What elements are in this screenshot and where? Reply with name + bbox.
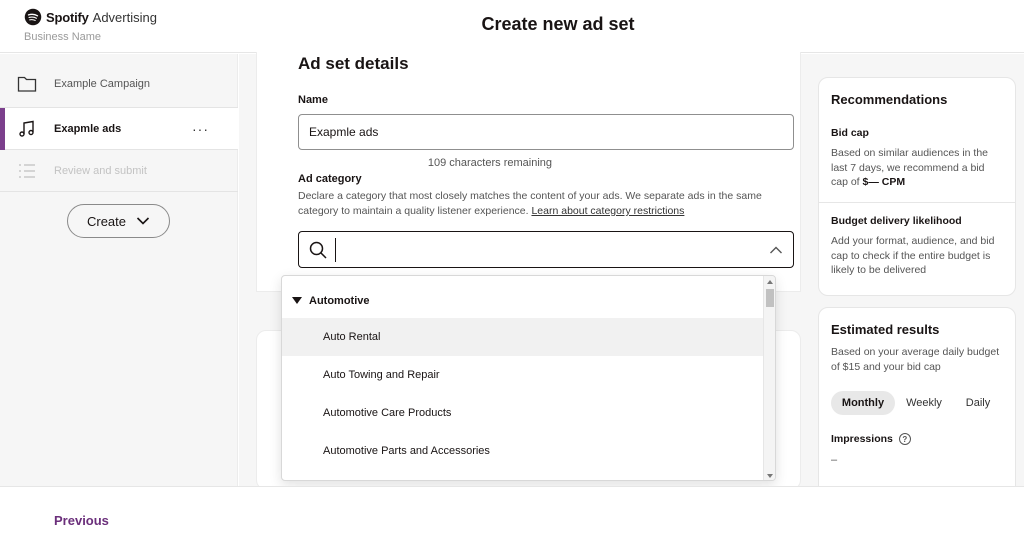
sidebar-item-label: Review and submit: [54, 164, 147, 177]
period-tab-daily[interactable]: Daily: [953, 391, 1003, 415]
category-option[interactable]: Automotive Care Products: [282, 394, 765, 432]
search-icon: [309, 241, 327, 259]
impressions-value: –: [831, 454, 838, 466]
help-icon[interactable]: ?: [898, 433, 911, 445]
scrollbar-thumb[interactable]: [766, 289, 774, 307]
more-options-icon[interactable]: ···: [192, 121, 209, 137]
recommendations-title: Recommendations: [831, 92, 948, 107]
chevron-down-icon: [136, 217, 150, 225]
impressions-label-text: Impressions: [831, 433, 893, 445]
footer: Previous: [0, 486, 1024, 547]
active-indicator: [0, 108, 5, 150]
music-note-icon: [17, 119, 37, 139]
bid-cap-value: $— CPM: [862, 176, 906, 188]
section-title: Ad set details: [298, 54, 409, 73]
category-group-label: Automotive: [309, 295, 370, 307]
ad-category-description: Declare a category that most closely mat…: [298, 189, 788, 219]
category-option[interactable]: Auto Rental: [282, 318, 765, 356]
category-dropdown: Automotive Auto Rental Auto Towing and R…: [281, 275, 776, 481]
bid-cap-text: Based on similar audiences in the last 7…: [831, 146, 1003, 190]
sidebar-item-review: Review and submit: [0, 150, 238, 192]
bid-cap-title: Bid cap: [831, 127, 869, 139]
dropdown-scrollbar[interactable]: [763, 276, 775, 480]
category-option[interactable]: Auto Towing and Repair: [282, 356, 765, 394]
category-restrictions-link[interactable]: Learn about category restrictions: [531, 205, 684, 217]
divider: [819, 202, 1015, 203]
estimated-results-text: Based on your average daily budget of $1…: [831, 346, 1000, 373]
category-search-input[interactable]: [335, 238, 755, 262]
caret-down-icon: [292, 297, 302, 304]
period-tab-weekly[interactable]: Weekly: [899, 391, 949, 415]
scroll-down-arrow-icon[interactable]: [767, 474, 773, 478]
category-search-box[interactable]: [298, 231, 794, 268]
list-icon: [17, 161, 37, 181]
previous-button[interactable]: Previous: [54, 513, 109, 528]
sidebar-item-ads[interactable]: Exapmle ads ···: [0, 108, 238, 150]
bid-cap-description: Based on similar audiences in the last 7…: [831, 147, 989, 188]
sidebar-item-label: Exapmle ads: [54, 122, 122, 135]
recommendations-card: Recommendations Bid cap Based on similar…: [818, 77, 1016, 296]
name-input[interactable]: [298, 114, 794, 150]
chevron-up-icon[interactable]: [769, 243, 783, 257]
impressions-label: Impressions ?: [831, 433, 911, 445]
ad-category-label: Ad category: [298, 173, 362, 185]
top-header: Spotify Advertising Business Name Create …: [0, 0, 1024, 53]
ad-set-details-card: Ad set details Name 109 characters remai…: [256, 52, 801, 292]
budget-delivery-text: Add your format, audience, and bid cap t…: [831, 235, 995, 276]
period-tab-monthly[interactable]: Monthly: [831, 391, 895, 415]
create-button[interactable]: Create: [67, 204, 170, 238]
page-title: Create new ad set: [481, 14, 635, 34]
category-option[interactable]: Automotive Parts and Accessories: [282, 432, 765, 470]
estimated-results-title: Estimated results: [831, 322, 940, 337]
sidebar-item-label: Example Campaign: [54, 77, 150, 90]
sidebar-item-campaign[interactable]: Example Campaign: [0, 60, 238, 108]
category-description-text: Declare a category that most closely mat…: [298, 190, 762, 217]
category-group-automotive[interactable]: Automotive: [292, 295, 370, 307]
budget-delivery-title: Budget delivery likelihood: [831, 215, 962, 227]
estimated-results-card: Estimated results Based on your average …: [818, 307, 1016, 497]
name-label: Name: [298, 94, 328, 106]
scroll-up-arrow-icon[interactable]: [767, 280, 773, 284]
sidebar: Example Campaign Exapmle ads ··· Review …: [0, 54, 238, 486]
characters-remaining: 109 characters remaining: [427, 157, 552, 169]
folder-icon: [17, 74, 37, 94]
create-button-label: Create: [86, 213, 127, 229]
